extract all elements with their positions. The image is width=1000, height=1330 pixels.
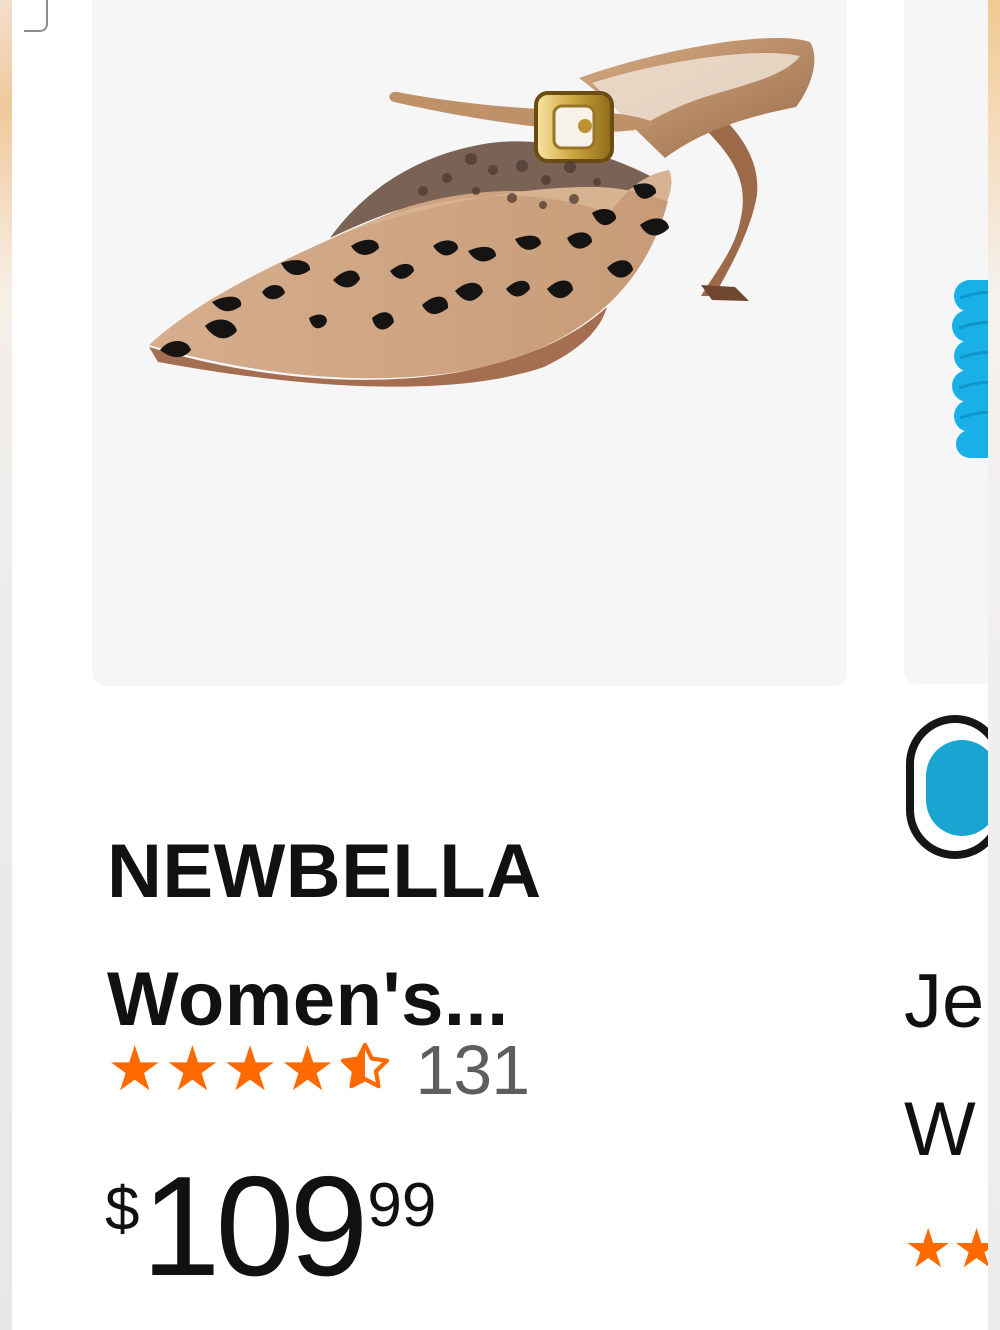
- half-star-icon: [337, 1039, 393, 1095]
- blue-product-image: [904, 0, 988, 684]
- left-screen-edge: [0, 0, 12, 1330]
- product-carousel-screen: NEWBELLA Women's... ★ ★ ★ ★ 131 $10999 J…: [12, 0, 988, 1330]
- product-image-tile[interactable]: [92, 0, 847, 686]
- pointed-toe-mule-heel-image: [149, 37, 815, 387]
- product-title[interactable]: NEWBELLA Women's...: [107, 808, 827, 1064]
- right-screen-edge: [988, 0, 1000, 1330]
- review-count[interactable]: 131: [415, 1035, 530, 1105]
- star-icon: ★: [222, 1035, 278, 1104]
- star-icon: ★: [107, 1035, 163, 1104]
- price-fraction: 99: [367, 1171, 437, 1240]
- next-product-title-partial[interactable]: Je W: [904, 938, 984, 1194]
- next-product-image-tile[interactable]: [904, 0, 988, 684]
- currency-symbol: $: [105, 1175, 140, 1244]
- next-product-title-line-1[interactable]: Je: [904, 938, 984, 1066]
- product-price: $10999: [105, 1156, 436, 1298]
- top-left-corner-control: [24, 0, 48, 32]
- product-card-newbella[interactable]: NEWBELLA Women's... ★ ★ ★ ★ 131 $10999: [92, 0, 892, 1330]
- blue-color-dot: [926, 740, 988, 836]
- next-product-title-line-2[interactable]: W: [904, 1066, 984, 1194]
- price-whole: 109: [141, 1147, 368, 1306]
- product-title-line-1[interactable]: NEWBELLA: [107, 808, 827, 936]
- star-icon: ★: [164, 1035, 221, 1104]
- next-product-color-swatch[interactable]: [906, 715, 988, 859]
- rating-stars: ★ ★ ★ ★: [107, 1039, 393, 1101]
- next-product-card-partial[interactable]: Je W ★★: [904, 0, 988, 1330]
- next-product-rating-stars: ★★: [904, 1219, 988, 1279]
- star-icon: ★: [279, 1035, 336, 1104]
- product-rating[interactable]: ★ ★ ★ ★ 131: [107, 1030, 530, 1110]
